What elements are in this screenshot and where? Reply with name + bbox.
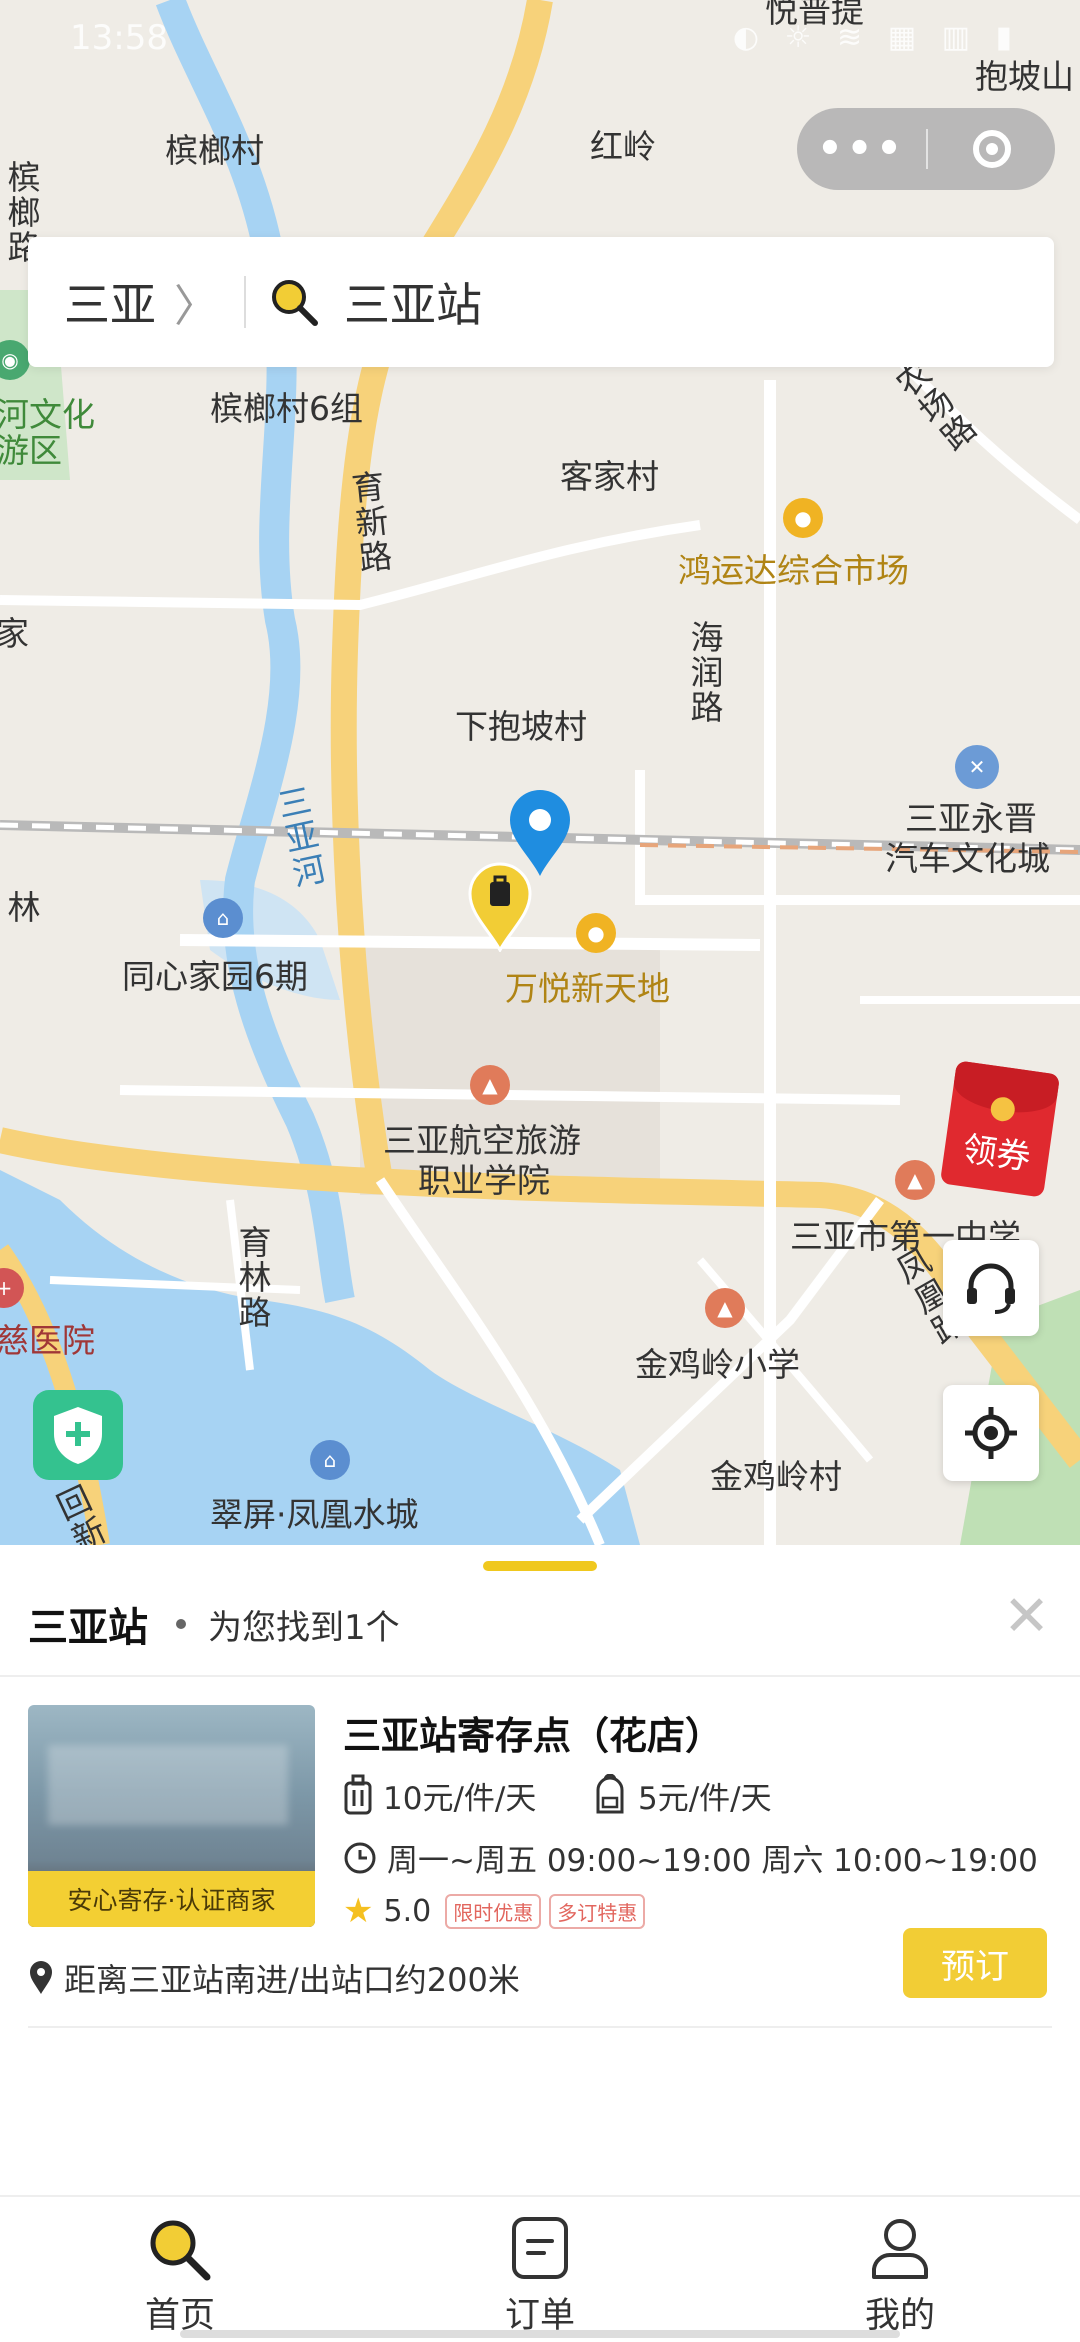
search-divider (244, 276, 246, 328)
separator-dot (176, 1619, 186, 1629)
close-miniprogram-button[interactable] (928, 130, 1055, 168)
tab-mine[interactable]: 我的 (720, 2197, 1080, 2342)
promo-tag: 限时优惠 (445, 1893, 542, 1929)
coupon-button[interactable]: 领券 (939, 1060, 1061, 1198)
locate-me-button[interactable] (943, 1385, 1039, 1481)
search-bar: 三亚 〉 三亚站 (28, 237, 1054, 367)
map-label: 职业学院 (418, 1161, 550, 1200)
mall-poi-icon[interactable]: ● (576, 913, 616, 953)
status-time: 13:58 (70, 18, 168, 58)
school-poi-icon[interactable]: ▲ (895, 1160, 935, 1200)
clock-icon (344, 1842, 376, 1873)
order-list-icon (512, 2217, 568, 2279)
map-label: 游区 (0, 431, 62, 470)
map-label: 金鸡岭村 (710, 1457, 842, 1496)
customer-service-button[interactable] (943, 1240, 1039, 1336)
backpack-icon (596, 1773, 624, 1813)
map-label: 河文化 (0, 395, 95, 434)
star-icon: ★ (343, 1891, 374, 1931)
suitcase-icon (344, 1774, 372, 1814)
map-label: 慈医院 (0, 1321, 95, 1360)
car-service-poi-icon[interactable]: ✕ (955, 745, 999, 789)
results-sheet: 三亚站 为您找到1个 ✕ 安心寄存·认证商家 三亚站寄存点（花店） 10元/件/… (0, 1545, 1080, 2195)
miniprogram-capsule: ••• (797, 108, 1055, 190)
map-label: 三亚永晋 (905, 799, 1037, 838)
search-input[interactable]: 三亚站 (344, 269, 482, 335)
market-poi-icon[interactable]: ● (783, 498, 823, 538)
location-pin-icon (30, 1961, 52, 1994)
certified-badge: 安心寄存·认证商家 (28, 1871, 315, 1927)
map-label: 红岭 (590, 127, 656, 166)
map-label: 同心家园6期 (122, 957, 308, 996)
headset-icon (967, 1263, 1015, 1314)
sheet-drag-handle[interactable] (483, 1561, 597, 1571)
coin-icon (989, 1095, 1017, 1123)
map-label: 育林路 (232, 1225, 272, 1330)
residence-poi-icon[interactable]: ⌂ (310, 1440, 350, 1480)
book-button[interactable]: 预订 (903, 1928, 1047, 1998)
map-label: 三亚航空旅游 (383, 1121, 581, 1160)
coupon-label: 领券 (960, 1129, 1033, 1179)
residence-poi-icon[interactable]: ⌂ (203, 898, 243, 938)
map-label: 下抱坡村 (455, 707, 587, 746)
map-label: 翠屏·凤凰水城 (210, 1495, 419, 1534)
search-icon (150, 2220, 211, 2281)
person-icon (872, 2219, 928, 2279)
tab-bar: 首页 订单 我的 (0, 2195, 1080, 2342)
map-label: 林 (1, 890, 41, 925)
divider (0, 1675, 1080, 1677)
shield-plus-icon (54, 1407, 102, 1464)
more-menu-button[interactable]: ••• (797, 126, 926, 172)
promo-tag: 多订特惠 (549, 1893, 646, 1929)
map-label: 汽车文化城 (885, 839, 1050, 878)
tab-home[interactable]: 首页 (0, 2197, 360, 2342)
results-count: 为您找到1个 (208, 1607, 400, 1648)
target-close-icon (972, 130, 1011, 168)
map-view[interactable]: 悦普提 抱坡山 槟榔村 红岭 槟榔村6组 客家村 鸿运达综合市场 海润路 下抱坡… (0, 0, 1080, 1545)
luggage-storage-pin-icon[interactable] (467, 862, 533, 952)
store-name[interactable]: 三亚站寄存点（花店） (343, 1705, 723, 1760)
photo-content (48, 1745, 288, 1825)
tab-orders[interactable]: 订单 (360, 2197, 720, 2342)
safety-button[interactable] (33, 1390, 123, 1480)
distance-text: 距离三亚站南进/出站口约200米 (64, 1961, 520, 1999)
rating-row: ★ 5.0 限时优惠 多订特惠 (343, 1891, 646, 1931)
map-label: 家 (0, 614, 29, 653)
status-icons: ◐ ☼ ≋ ▦ ▥ ▮ (732, 20, 1020, 55)
bag-price: 5元/件/天 (592, 1773, 772, 1818)
map-label: 万悦新天地 (505, 969, 670, 1008)
home-indicator[interactable] (180, 2330, 900, 2338)
school-poi-icon[interactable]: ▲ (705, 1288, 745, 1328)
map-label: 金鸡岭小学 (635, 1345, 800, 1384)
close-icon[interactable]: ✕ (1003, 1589, 1050, 1645)
divider (28, 2026, 1052, 2028)
luggage-price: 10元/件/天 (343, 1773, 536, 1818)
hours-text: 周一~周五 09:00~19:00 周六 10:00~19:00 (387, 1843, 1038, 1879)
rating-score: 5.0 (383, 1893, 432, 1929)
results-station-title: 三亚站 (28, 1605, 148, 1651)
opening-hours: 周一~周五 09:00~19:00 周六 10:00~19:00 (343, 1835, 1038, 1880)
map-label: 海润路 (684, 620, 724, 725)
city-selector[interactable]: 三亚 (64, 269, 156, 335)
bag-price-text: 5元/件/天 (638, 1781, 772, 1817)
map-label: 鸿运达综合市场 (678, 551, 909, 590)
map-label: 槟榔村 (165, 131, 264, 170)
store-photo[interactable]: 安心寄存·认证商家 (28, 1705, 315, 1927)
map-label: 槟榔村6组 (210, 389, 363, 428)
distance-row: 距离三亚站南进/出站口约200米 (28, 1955, 520, 2001)
crosshair-icon (965, 1407, 1017, 1459)
map-label: 客家村 (560, 457, 659, 496)
school-poi-icon[interactable]: ▲ (470, 1065, 510, 1105)
luggage-price-text: 10元/件/天 (383, 1781, 537, 1817)
status-bar: 13:58 ◐ ☼ ≋ ▦ ▥ ▮ (0, 0, 1080, 80)
chevron-right-icon[interactable]: 〉 (174, 270, 218, 334)
search-icon[interactable] (268, 276, 320, 328)
results-header: 三亚站 为您找到1个 (28, 1595, 400, 1653)
